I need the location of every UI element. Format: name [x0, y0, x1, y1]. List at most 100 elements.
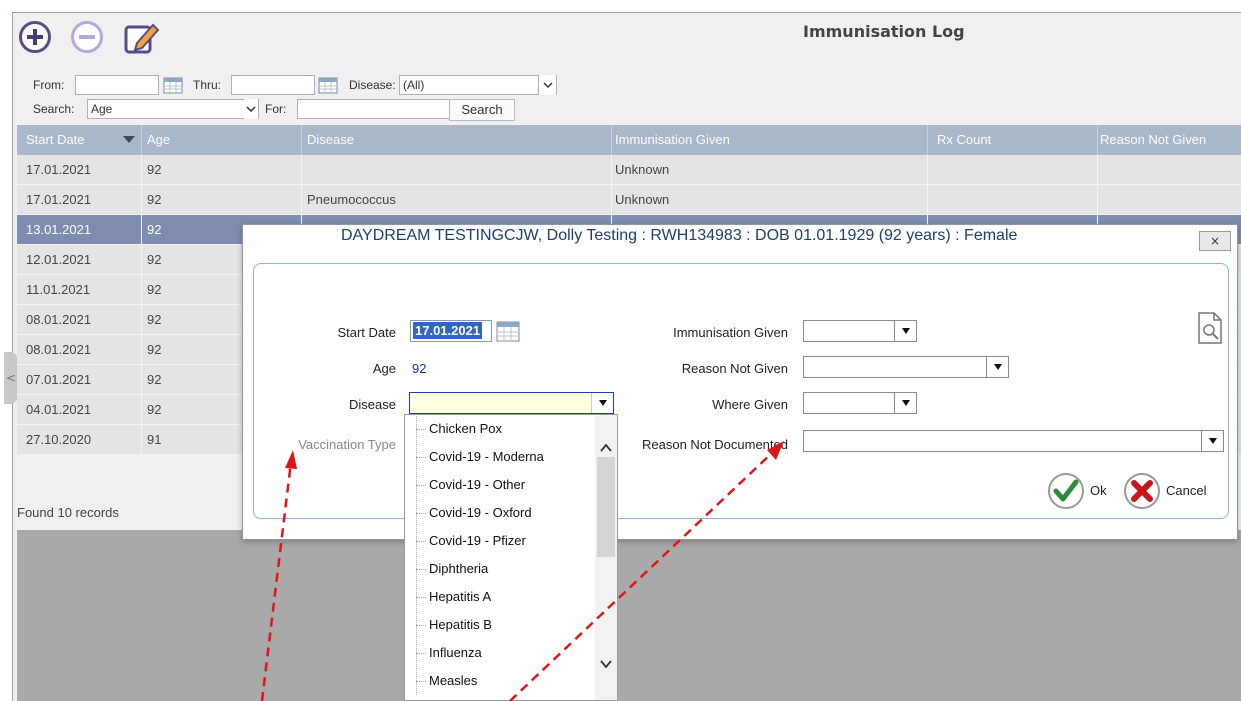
- remove-button[interactable]: [71, 21, 103, 53]
- immunisation-given-chevron-icon[interactable]: [894, 321, 916, 341]
- disease-option[interactable]: Covid-19 - Other: [405, 472, 595, 499]
- table-cell: 11.01.2021: [26, 282, 91, 297]
- reason-not-given-select[interactable]: [803, 356, 1009, 378]
- disease-option-label: Influenza: [429, 645, 482, 660]
- reason-not-documented-select[interactable]: [803, 430, 1224, 452]
- reason-not-documented-chevron-icon[interactable]: [1201, 431, 1223, 451]
- tree-connector-icon: [413, 640, 426, 667]
- col-immunisation-given[interactable]: Immunisation Given: [615, 132, 730, 147]
- sort-desc-icon[interactable]: [123, 136, 135, 143]
- search-field-select[interactable]: Age: [87, 99, 259, 119]
- table-cell: 92: [147, 402, 162, 417]
- add-button[interactable]: [19, 21, 51, 53]
- disease-filter-select[interactable]: (All): [399, 75, 557, 95]
- disease-dropdown-list[interactable]: Chicken Pox Covid-19 - Moderna Covid-19 - …: [404, 414, 618, 701]
- tree-connector-icon: [413, 612, 426, 639]
- minus-icon: [79, 35, 95, 39]
- reason-not-given-chevron-icon[interactable]: [986, 357, 1008, 377]
- empty-grid-area: [17, 530, 1241, 701]
- search-filter-row: Search: Age For: Search: [13, 99, 1241, 121]
- age-value: 92: [412, 361, 427, 376]
- close-button[interactable]: ×: [1199, 231, 1231, 251]
- disease-option[interactable]: Covid-19 - Oxford: [405, 500, 595, 527]
- col-age[interactable]: Age: [147, 132, 170, 147]
- table-cell: 04.01.2021: [26, 402, 92, 417]
- from-label: From:: [33, 78, 65, 92]
- disease-option[interactable]: Chicken Pox: [405, 416, 595, 443]
- start-date-calendar-icon[interactable]: [496, 320, 520, 342]
- dropdown-scrollbar[interactable]: [595, 415, 617, 700]
- table-cell: 92: [147, 192, 162, 207]
- for-input[interactable]: [297, 99, 451, 119]
- for-label: For:: [265, 102, 287, 116]
- ok-label[interactable]: Ok: [1090, 483, 1107, 498]
- table-cell: 92: [147, 252, 162, 267]
- search-field-chevron-icon[interactable]: [244, 99, 258, 119]
- where-given-select[interactable]: [803, 392, 917, 414]
- table-cell: Unknown: [615, 192, 670, 207]
- disease-filter-value: (All): [403, 78, 425, 92]
- tree-connector-icon: [413, 416, 426, 443]
- table-cell: 91: [147, 432, 162, 447]
- disease-option-label: Measles: [429, 673, 478, 688]
- immunisation-given-label: Immunisation Given: [673, 325, 788, 340]
- disease-select[interactable]: [409, 392, 614, 414]
- disease-option-label: Covid-19 - Oxford: [429, 505, 532, 520]
- scroll-up-icon[interactable]: [599, 441, 613, 455]
- disease-option-label: Covid-19 - Other: [429, 477, 526, 492]
- from-calendar-icon[interactable]: [163, 76, 183, 94]
- table-cell: 17.01.2021: [26, 192, 92, 207]
- table-cell: 92: [147, 342, 162, 357]
- table-cell: 07.01.2021: [26, 372, 92, 387]
- vaccination-type-label: Vaccination Type: [298, 437, 396, 452]
- disease-option[interactable]: Covid-19 - Moderna: [405, 444, 595, 471]
- side-collapse-tab[interactable]: <: [4, 352, 18, 404]
- search-label: Search:: [33, 102, 75, 116]
- cancel-label[interactable]: Cancel: [1166, 483, 1206, 498]
- thru-label: Thru:: [193, 78, 222, 92]
- disease-filter-chevron-icon[interactable]: [538, 75, 556, 95]
- col-reason-not-given[interactable]: Reason Not Given: [1100, 132, 1206, 147]
- thru-calendar-icon[interactable]: [318, 76, 338, 94]
- screen: Immunisation Log From: Thru: Disease: (A…: [0, 0, 1241, 701]
- tree-connector-icon: [413, 528, 426, 555]
- disease-option[interactable]: Measles: [405, 668, 595, 695]
- table-cell: 92: [147, 312, 162, 327]
- disease-option-label: Hepatitis A: [429, 589, 492, 604]
- immunisation-given-select[interactable]: [803, 320, 917, 342]
- cancel-button[interactable]: [1124, 473, 1160, 509]
- disease-option[interactable]: Covid-19 - Pfizer: [405, 528, 595, 555]
- ok-button[interactable]: [1048, 473, 1084, 509]
- disease-option[interactable]: Hepatitis B: [405, 612, 595, 639]
- tree-connector-icon: [413, 668, 426, 695]
- disease-filter-label: Disease:: [349, 78, 396, 92]
- scroll-down-icon[interactable]: [599, 657, 613, 671]
- table-cell: 92: [147, 372, 162, 387]
- col-disease[interactable]: Disease: [307, 132, 354, 147]
- search-button[interactable]: Search: [449, 99, 515, 121]
- table-cell: 08.01.2021: [26, 312, 92, 327]
- col-rx-count[interactable]: Rx Count: [937, 132, 991, 147]
- col-start-date[interactable]: Start Date: [26, 132, 85, 147]
- start-date-input[interactable]: 17.01.2021: [410, 320, 492, 342]
- disease-label: Disease: [349, 397, 396, 412]
- reason-not-documented-label: Reason Not Documented: [642, 437, 788, 452]
- table-row[interactable]: 17.01.2021 92 Unknown: [17, 155, 1241, 185]
- disease-option[interactable]: Diphtheria: [405, 556, 595, 583]
- tree-connector-icon: [413, 500, 426, 527]
- scroll-thumb[interactable]: [597, 457, 615, 557]
- edit-button[interactable]: [123, 21, 160, 55]
- grid-header: Start Date Age Disease Immunisation Give…: [17, 125, 1241, 155]
- disease-option-label: Diphtheria: [429, 561, 489, 576]
- table-row[interactable]: 17.01.2021 92 Pneumococcus Unknown: [17, 185, 1241, 215]
- disease-option[interactable]: Influenza: [405, 640, 595, 667]
- table-cell: 27.10.2020: [26, 432, 92, 447]
- where-given-chevron-icon[interactable]: [894, 393, 916, 413]
- tree-connector-icon: [413, 556, 426, 583]
- from-date-input[interactable]: [75, 75, 159, 95]
- table-cell: 92: [147, 162, 162, 177]
- disease-option[interactable]: Hepatitis A: [405, 584, 595, 611]
- thru-date-input[interactable]: [231, 75, 315, 95]
- tree-connector-icon: [413, 444, 426, 471]
- document-preview-icon[interactable]: [1197, 312, 1223, 344]
